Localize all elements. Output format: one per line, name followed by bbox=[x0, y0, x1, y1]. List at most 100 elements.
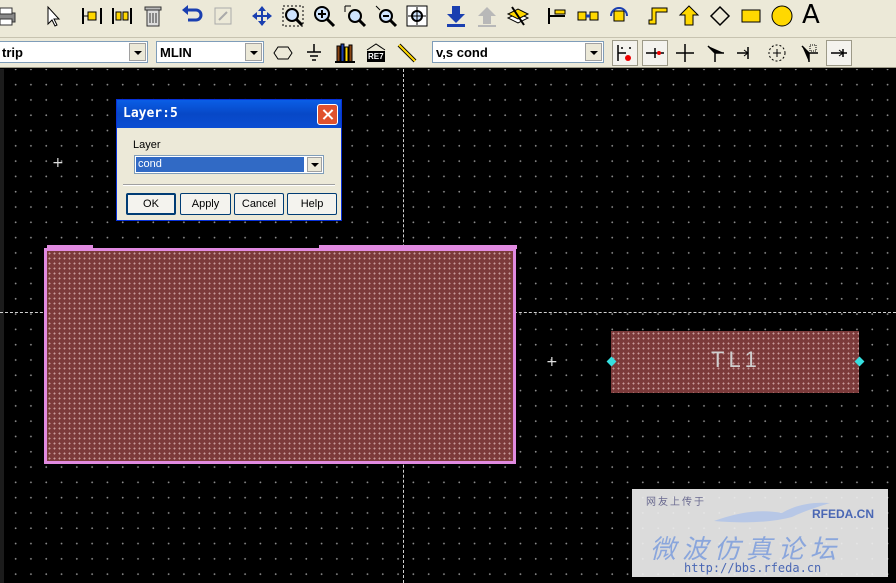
snap-pin-button[interactable] bbox=[826, 40, 852, 66]
select-arrow-icon bbox=[47, 5, 61, 27]
undo-icon bbox=[182, 5, 203, 22]
dialog-title: Layer:5 bbox=[123, 106, 178, 121]
circle-button[interactable] bbox=[768, 2, 796, 30]
text-icon: A bbox=[802, 0, 820, 30]
snap-endpoint-button[interactable] bbox=[732, 40, 758, 66]
component-parameter-button[interactable]: RE7 bbox=[363, 40, 389, 66]
pen-icon bbox=[397, 43, 417, 63]
snap-icon bbox=[577, 11, 599, 21]
origin-marker: + bbox=[52, 155, 64, 171]
move-icon bbox=[252, 6, 272, 26]
main-toolbar: A bbox=[0, 0, 896, 38]
polyline-button[interactable] bbox=[706, 2, 734, 30]
rectangle-button[interactable] bbox=[737, 2, 765, 30]
step-path-icon bbox=[648, 7, 668, 25]
snap-midpoint-button[interactable] bbox=[642, 40, 668, 66]
print-icon bbox=[0, 7, 16, 26]
close-icon[interactable] bbox=[317, 104, 338, 125]
snap-corner-icon bbox=[707, 45, 724, 62]
hexagon-port-icon bbox=[273, 46, 293, 60]
zoom-out-button[interactable] bbox=[372, 2, 400, 30]
snap-intersection-icon bbox=[676, 44, 694, 62]
component-combo[interactable]: MLIN bbox=[156, 41, 264, 63]
layers-button[interactable] bbox=[504, 2, 532, 30]
undo-button[interactable] bbox=[178, 2, 206, 30]
layer-select-value: cond bbox=[136, 157, 304, 172]
port-shape-button[interactable] bbox=[270, 40, 296, 66]
align-left-button[interactable] bbox=[78, 2, 106, 30]
delete-icon bbox=[144, 6, 162, 27]
snap-midpoint-icon bbox=[646, 48, 664, 58]
rectangle-icon bbox=[741, 9, 761, 23]
print-button[interactable] bbox=[0, 2, 20, 30]
align-center-button[interactable] bbox=[108, 2, 136, 30]
transmission-line-component[interactable]: TL1 bbox=[611, 331, 859, 393]
snap-center-icon bbox=[768, 44, 786, 62]
polygon-button[interactable] bbox=[675, 2, 703, 30]
snap-edge-button[interactable] bbox=[796, 40, 822, 66]
snap-button[interactable] bbox=[574, 2, 602, 30]
text-button[interactable]: A bbox=[799, 0, 827, 30]
selected-conductor-rectangle[interactable] bbox=[44, 245, 517, 464]
component-label: TL1 bbox=[711, 347, 761, 372]
move-button[interactable] bbox=[248, 2, 276, 30]
layers-icon bbox=[506, 6, 530, 26]
layer-field-label: Layer bbox=[133, 139, 161, 151]
rotate-button[interactable] bbox=[605, 2, 633, 30]
select-button[interactable] bbox=[39, 2, 67, 30]
zoom-out-icon bbox=[375, 5, 398, 28]
snap-grid-icon bbox=[617, 45, 631, 61]
substrate-combo-value: trip bbox=[2, 45, 23, 60]
snap-intersection-button[interactable] bbox=[672, 40, 698, 66]
chevron-down-icon[interactable] bbox=[307, 157, 322, 172]
zoom-point-icon bbox=[344, 5, 367, 28]
pop-up-icon bbox=[478, 7, 496, 27]
component-library-button[interactable] bbox=[332, 40, 358, 66]
rotate-icon bbox=[610, 7, 628, 22]
chevron-down-icon[interactable] bbox=[129, 43, 146, 61]
zoom-in-button[interactable] bbox=[310, 2, 338, 30]
forum-watermark: 网友上传于 RFEDA.CN 微波仿真论坛 http://bbs.rfeda.c… bbox=[632, 489, 888, 577]
chevron-down-icon[interactable] bbox=[245, 43, 262, 61]
layer-select[interactable]: cond bbox=[134, 155, 324, 174]
polyline-icon bbox=[709, 5, 731, 27]
substrate-combo[interactable]: trip bbox=[0, 41, 148, 63]
snap-pin-icon bbox=[831, 49, 847, 57]
cancel-button[interactable]: Cancel bbox=[234, 193, 284, 215]
snap-grid-button[interactable] bbox=[612, 40, 638, 66]
component-combo-value: MLIN bbox=[160, 45, 192, 60]
align-center-icon bbox=[112, 8, 132, 24]
zoom-fit-button[interactable] bbox=[403, 2, 431, 30]
zoom-area-button[interactable] bbox=[279, 2, 307, 30]
layer-combo-value: v,s cond bbox=[436, 45, 488, 60]
layer-combo[interactable]: v,s cond bbox=[432, 41, 604, 63]
chevron-down-icon[interactable] bbox=[585, 43, 602, 61]
pop-up-button[interactable] bbox=[473, 2, 501, 30]
step-path-button[interactable] bbox=[644, 2, 672, 30]
port-add-button[interactable] bbox=[543, 2, 571, 30]
library-icon bbox=[335, 43, 355, 63]
component-badge: RE7 bbox=[368, 52, 384, 61]
origin-marker: + bbox=[546, 354, 558, 370]
delete-button[interactable] bbox=[139, 2, 167, 30]
snap-center-button[interactable] bbox=[764, 40, 790, 66]
ok-button[interactable]: OK bbox=[126, 193, 176, 215]
zoom-point-button[interactable] bbox=[341, 2, 369, 30]
redo-disabled-icon bbox=[214, 7, 232, 25]
selection-notch bbox=[319, 245, 517, 249]
apply-button[interactable]: Apply bbox=[180, 193, 231, 215]
ground-button[interactable] bbox=[301, 40, 327, 66]
component-toolbar: trip MLIN RE7 v,s cond bbox=[0, 38, 896, 68]
help-button[interactable]: Help bbox=[287, 193, 337, 215]
redo-button[interactable] bbox=[209, 2, 237, 30]
ground-icon bbox=[307, 44, 321, 61]
watermark-upload-note: 网友上传于 bbox=[646, 497, 706, 508]
layer-dialog: Layer:5 Layer cond OK Apply Cancel Help bbox=[116, 99, 342, 221]
snap-corner-button[interactable] bbox=[702, 40, 728, 66]
draw-trace-button[interactable] bbox=[394, 40, 420, 66]
canvas-left-edge bbox=[0, 69, 4, 583]
dialog-title-bar[interactable]: Layer:5 bbox=[117, 100, 341, 128]
snap-endpoint-icon bbox=[737, 47, 749, 59]
polygon-icon bbox=[678, 5, 700, 26]
push-down-button[interactable] bbox=[442, 2, 470, 30]
